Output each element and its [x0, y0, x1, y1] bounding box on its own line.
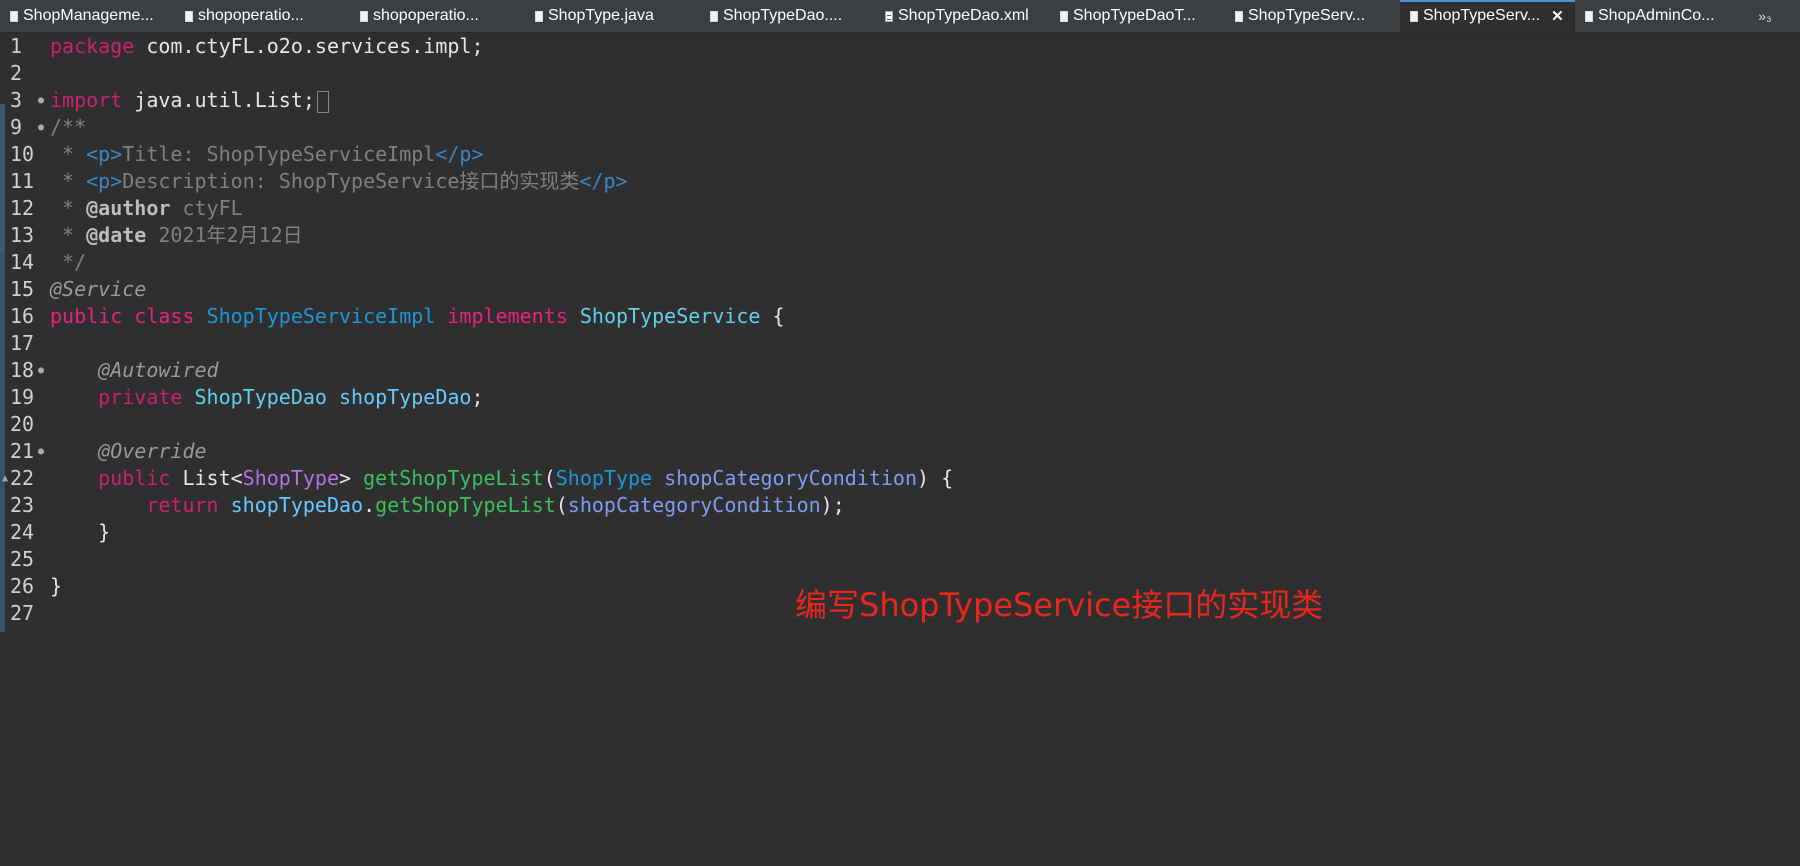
folded-imports-icon[interactable]: [316, 90, 329, 113]
java-file-icon: [185, 10, 193, 22]
line-number: 1: [10, 34, 23, 58]
tab-label: ShopTypeServ...: [1423, 7, 1541, 24]
java-file-icon: [1585, 10, 1593, 22]
code-line: 9 ●/**: [0, 114, 1800, 141]
code-line: 13 * @date 2021年2月12日: [0, 222, 1800, 249]
line-number: 17: [10, 331, 35, 355]
code-line: 1 package com.ctyFL.o2o.services.impl;: [0, 33, 1800, 60]
code-text[interactable]: * <p>Description: ShopTypeService接口的实现类<…: [50, 168, 628, 195]
java-file-icon: [10, 10, 18, 22]
xml-file-icon: [885, 10, 893, 22]
line-number: 24: [10, 520, 35, 544]
code-line: 10 * <p>Title: ShopTypeServiceImpl</p>: [0, 141, 1800, 168]
line-number: 19: [10, 385, 35, 409]
line-number: 27: [10, 601, 35, 625]
code-editor[interactable]: 1 package com.ctyFL.o2o.services.impl; 2 3 ●…: [0, 32, 1800, 866]
code-line: 15 @Service: [0, 276, 1800, 303]
code-line: 18 ● @Autowired: [0, 357, 1800, 384]
java-file-icon: [1060, 10, 1068, 22]
code-text[interactable]: @Autowired: [50, 357, 218, 384]
tab-label: ShopType.java: [548, 7, 654, 24]
line-number: 12: [10, 196, 35, 220]
code-text[interactable]: }: [50, 573, 62, 600]
fold-toggle-icon[interactable]: ●: [38, 438, 44, 465]
tab-label: shopoperatio...: [198, 7, 304, 24]
code-text[interactable]: * @author ctyFL: [50, 195, 243, 222]
line-number: 26: [10, 574, 35, 598]
tab-label: ShopTypeDao....: [723, 7, 843, 24]
code-text[interactable]: public class ShopTypeServiceImpl impleme…: [50, 303, 785, 330]
annotation-note: 编写ShopTypeService接口的实现类: [795, 586, 1324, 624]
code-line: 3 ● import java.util.List;: [0, 87, 1800, 114]
tab-7[interactable]: ShopTypeDaoT...: [1050, 0, 1225, 32]
code-text[interactable]: /**: [50, 114, 86, 141]
code-text[interactable]: * @date 2021年2月12日: [50, 222, 303, 249]
code-line: 21 ● @Override: [0, 438, 1800, 465]
tab-label: ShopManageme...: [23, 7, 154, 24]
fold-toggle-icon[interactable]: ●: [38, 357, 44, 384]
line-number: 11: [10, 169, 35, 193]
tab-4[interactable]: ShopType.java: [525, 0, 700, 32]
code-text[interactable]: return shopTypeDao.getShopTypeList(shopC…: [50, 492, 844, 519]
code-line: 16 public class ShopTypeServiceImpl imple…: [0, 303, 1800, 330]
code-line: 24 }: [0, 519, 1800, 546]
code-text[interactable]: * <p>Title: ShopTypeServiceImpl</p>: [50, 141, 483, 168]
tab-10[interactable]: ShopAdminCo...: [1575, 0, 1750, 32]
tab-label: ShopTypeDao.xml: [898, 7, 1029, 24]
tab-2[interactable]: shopoperatio...: [175, 0, 350, 32]
line-number: 13: [10, 223, 35, 247]
tab-8[interactable]: ShopTypeServ...: [1225, 0, 1400, 32]
code-text[interactable]: package com.ctyFL.o2o.services.impl;: [50, 33, 484, 60]
line-number: 25: [10, 547, 35, 571]
code-text[interactable]: }: [50, 519, 110, 546]
fold-toggle-icon[interactable]: ●: [38, 87, 44, 114]
code-line: 19 private ShopTypeDao shopTypeDao;: [0, 384, 1800, 411]
override-marker-icon: ▲: [2, 473, 9, 484]
code-line: 23 return shopTypeDao.getShopTypeList(sh…: [0, 492, 1800, 519]
tab-label: ShopTypeDaoT...: [1073, 7, 1196, 24]
line-number: 23: [10, 493, 35, 517]
code-line: 14 */: [0, 249, 1800, 276]
line-number: 15: [10, 277, 35, 301]
java-file-icon: [1235, 10, 1243, 22]
code-text[interactable]: import java.util.List;: [50, 87, 329, 114]
tab-1[interactable]: ShopManageme...: [0, 0, 175, 32]
tab-9[interactable]: ShopTypeServ... ✕: [1400, 0, 1575, 32]
line-number: 14: [10, 250, 35, 274]
code-line: 22 ▲ public List<ShopType> getShopTypeLis…: [0, 465, 1800, 492]
tab-5[interactable]: ShopTypeDao....: [700, 0, 875, 32]
tab-label: ShopTypeServ...: [1248, 7, 1366, 24]
line-number: 10: [10, 142, 35, 166]
close-tab-icon[interactable]: ✕: [1551, 7, 1564, 25]
code-text[interactable]: public List<ShopType> getShopTypeList(Sh…: [50, 465, 953, 492]
code-line: 25: [0, 546, 1800, 573]
editor-tab-bar: ShopManageme... shopoperatio... shopoperat…: [0, 0, 1800, 33]
code-text[interactable]: @Override: [50, 438, 206, 465]
code-text[interactable]: @Service: [50, 276, 146, 303]
code-line: 11 * <p>Description: ShopTypeService接口的实…: [0, 168, 1800, 195]
code-line: 20: [0, 411, 1800, 438]
code-line: 17: [0, 330, 1800, 357]
java-file-icon: [1410, 10, 1418, 22]
code-line: 2: [0, 60, 1800, 87]
line-number: 16: [10, 304, 35, 328]
line-number: 2: [10, 61, 23, 85]
code-line: 12 * @author ctyFL: [0, 195, 1800, 222]
line-number: 20: [10, 412, 35, 436]
tab-3[interactable]: shopoperatio...: [350, 0, 525, 32]
code-text[interactable]: private ShopTypeDao shopTypeDao;: [50, 384, 483, 411]
line-number: 22: [10, 466, 35, 490]
tab-6[interactable]: ShopTypeDao.xml: [875, 0, 1050, 32]
more-tabs-button[interactable]: »₃: [1750, 0, 1780, 32]
fold-toggle-icon[interactable]: ●: [38, 114, 44, 141]
tab-label: ShopAdminCo...: [1598, 7, 1715, 24]
java-file-icon: [535, 10, 543, 22]
java-file-icon: [360, 10, 368, 22]
java-file-icon: [710, 10, 718, 22]
tab-label: shopoperatio...: [373, 7, 479, 24]
code-text[interactable]: */: [50, 249, 86, 276]
